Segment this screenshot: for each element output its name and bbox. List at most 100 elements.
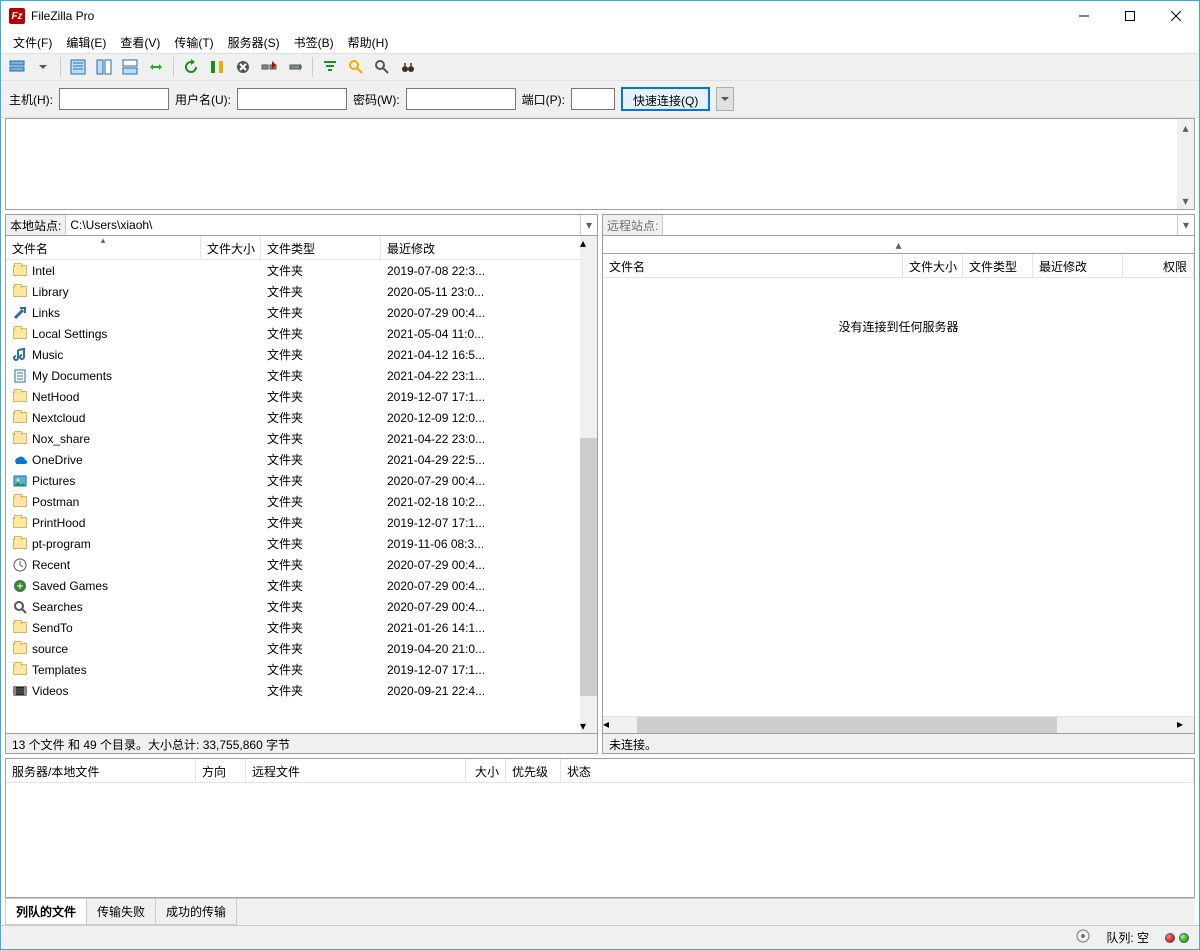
site-manager-icon[interactable]	[5, 55, 29, 79]
local-list-body[interactable]: Intel文件夹2019-07-08 22:3...Library文件夹2020…	[6, 260, 597, 733]
list-item[interactable]: NetHood文件夹2019-12-07 17:1...	[6, 386, 597, 407]
col-status[interactable]: 状态	[561, 759, 1194, 782]
local-path-dropdown[interactable]: ▾	[580, 215, 597, 235]
list-item[interactable]: Music文件夹2021-04-12 16:5...	[6, 344, 597, 365]
menubar: 文件(F) 编辑(E) 查看(V) 传输(T) 服务器(S) 书签(B) 帮助(…	[1, 31, 1199, 53]
col-size[interactable]: 文件大小	[201, 236, 261, 259]
col-perm[interactable]: 权限	[1123, 254, 1194, 277]
videos-icon	[12, 683, 28, 699]
col-type[interactable]: 文件类型	[261, 236, 381, 259]
col-remote[interactable]: 远程文件	[246, 759, 466, 782]
list-item[interactable]: SendTo文件夹2021-01-26 14:1...	[6, 617, 597, 638]
sync-browse-icon[interactable]	[144, 55, 168, 79]
menu-edit[interactable]: 编辑(E)	[60, 32, 112, 53]
list-item[interactable]: Nextcloud文件夹2020-12-09 12:0...	[6, 407, 597, 428]
menu-bookmarks[interactable]: 书签(B)	[288, 32, 340, 53]
tab-failed[interactable]: 传输失败	[86, 899, 156, 925]
col-direction[interactable]: 方向	[196, 759, 246, 782]
reconnect-icon[interactable]	[283, 55, 307, 79]
col-name[interactable]: 文件名	[603, 254, 903, 277]
list-item[interactable]: source文件夹2019-04-20 21:0...	[6, 638, 597, 659]
remote-path-dropdown[interactable]: ▾	[1177, 215, 1194, 235]
pass-input[interactable]	[406, 88, 516, 110]
list-item[interactable]: Pictures文件夹2020-07-29 00:4...	[6, 470, 597, 491]
list-item[interactable]: Recent文件夹2020-07-29 00:4...	[6, 554, 597, 575]
maximize-button[interactable]	[1107, 1, 1153, 31]
local-path-input[interactable]	[65, 215, 580, 235]
search-icon	[12, 599, 28, 615]
list-item[interactable]: My Documents文件夹2021-04-22 23:1...	[6, 365, 597, 386]
toggle-tree-icon[interactable]	[92, 55, 116, 79]
list-item[interactable]: OneDrive文件夹2021-04-29 22:5...	[6, 449, 597, 470]
message-log[interactable]: ▴ ▾	[5, 118, 1195, 210]
list-item[interactable]: Searches文件夹2020-07-29 00:4...	[6, 596, 597, 617]
list-item[interactable]: Links文件夹2020-07-29 00:4...	[6, 302, 597, 323]
host-input[interactable]	[59, 88, 169, 110]
tab-success[interactable]: 成功的传输	[155, 899, 237, 925]
minimize-button[interactable]	[1061, 1, 1107, 31]
menu-view[interactable]: 查看(V)	[114, 32, 166, 53]
queue-body[interactable]	[6, 783, 1194, 897]
quickconnect-button[interactable]: 快速连接(Q)	[621, 87, 710, 111]
close-button[interactable]	[1153, 1, 1199, 31]
scroll-up-icon[interactable]: ▴	[1177, 119, 1194, 136]
file-name: Nextcloud	[32, 411, 85, 425]
file-modified: 2021-04-22 23:1...	[381, 369, 597, 383]
file-name: PrintHood	[32, 516, 85, 530]
col-modified[interactable]: 最近修改	[381, 236, 597, 259]
col-priority[interactable]: 优先级	[506, 759, 561, 782]
tab-queued-files[interactable]: 列队的文件	[5, 899, 87, 925]
quickconnect-dropdown[interactable]	[716, 87, 734, 111]
col-modified[interactable]: 最近修改	[1033, 254, 1123, 277]
file-type: 文件夹	[261, 346, 381, 363]
toggle-queue-icon[interactable]	[118, 55, 142, 79]
process-queue-icon[interactable]	[205, 55, 229, 79]
list-item[interactable]: Intel文件夹2019-07-08 22:3...	[6, 260, 597, 281]
folder-icon	[12, 641, 28, 657]
user-input[interactable]	[237, 88, 347, 110]
site-manager-drop-icon[interactable]	[31, 55, 55, 79]
col-size[interactable]: 大小	[466, 759, 506, 782]
log-scrollbar[interactable]: ▴ ▾	[1177, 119, 1194, 209]
list-item[interactable]: pt-program文件夹2019-11-06 08:3...	[6, 533, 597, 554]
disconnect-icon[interactable]	[257, 55, 281, 79]
col-size[interactable]: 文件大小	[903, 254, 963, 277]
col-name[interactable]: ▴文件名	[6, 236, 201, 259]
binoculars-icon[interactable]	[396, 55, 420, 79]
list-item[interactable]: Videos文件夹2020-09-21 22:4...	[6, 680, 597, 701]
col-server[interactable]: 服务器/本地文件	[6, 759, 196, 782]
search-icon[interactable]	[370, 55, 394, 79]
file-type: 文件夹	[261, 430, 381, 447]
activity-led-recv	[1165, 933, 1175, 943]
app-icon: Fz	[9, 8, 25, 24]
filter-icon[interactable]	[318, 55, 342, 79]
port-input[interactable]	[571, 88, 615, 110]
list-item[interactable]: Templates文件夹2019-12-07 17:1...	[6, 659, 597, 680]
col-type[interactable]: 文件类型	[963, 254, 1033, 277]
scroll-left-icon[interactable]: ◂	[603, 717, 620, 733]
file-type: 文件夹	[261, 514, 381, 531]
remote-tree-collapsed[interactable]: ▴	[602, 236, 1195, 254]
list-item[interactable]: Nox_share文件夹2021-04-22 23:0...	[6, 428, 597, 449]
menu-help[interactable]: 帮助(H)	[342, 32, 395, 53]
menu-transfer[interactable]: 传输(T)	[168, 32, 219, 53]
refresh-icon[interactable]	[179, 55, 203, 79]
compare-icon[interactable]	[344, 55, 368, 79]
scroll-down-icon[interactable]: ▾	[580, 719, 597, 733]
menu-server[interactable]: 服务器(S)	[222, 32, 286, 53]
scroll-up-icon[interactable]: ▴	[580, 236, 597, 250]
list-item[interactable]: Library文件夹2020-05-11 23:0...	[6, 281, 597, 302]
cancel-icon[interactable]	[231, 55, 255, 79]
scroll-right-icon[interactable]: ▸	[1177, 717, 1194, 733]
list-item[interactable]: Postman文件夹2021-02-18 10:2...	[6, 491, 597, 512]
remote-h-scrollbar[interactable]: ◂ ▸	[603, 716, 1194, 733]
file-type: 文件夹	[261, 493, 381, 510]
local-scrollbar[interactable]: ▴ ▾	[580, 236, 597, 733]
toggle-log-icon[interactable]	[66, 55, 90, 79]
file-type: 文件夹	[261, 535, 381, 552]
list-item[interactable]: Local Settings文件夹2021-05-04 11:0...	[6, 323, 597, 344]
scroll-down-icon[interactable]: ▾	[1177, 192, 1194, 209]
list-item[interactable]: PrintHood文件夹2019-12-07 17:1...	[6, 512, 597, 533]
list-item[interactable]: Saved Games文件夹2020-07-29 00:4...	[6, 575, 597, 596]
menu-file[interactable]: 文件(F)	[7, 32, 58, 53]
